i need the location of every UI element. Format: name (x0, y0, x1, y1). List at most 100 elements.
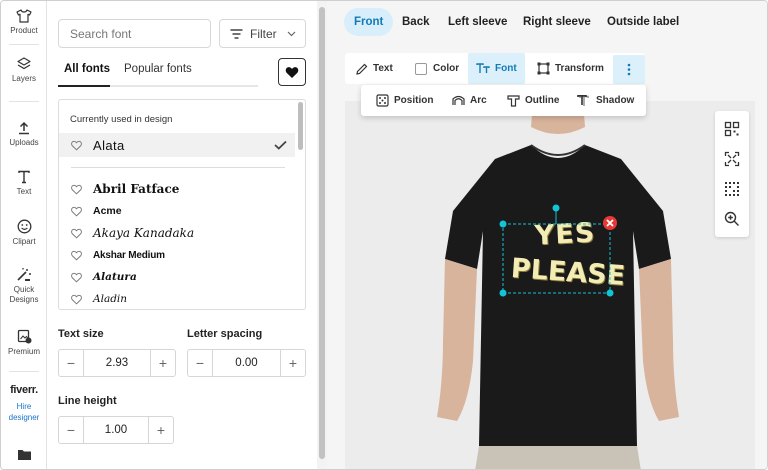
increment-button[interactable]: + (149, 417, 173, 443)
toolbar-color[interactable]: Color (415, 53, 459, 84)
heart-filled-icon (285, 66, 299, 78)
font-item[interactable]: Acme (59, 200, 295, 222)
font-name: Aladin (93, 293, 128, 305)
premium-icon (17, 329, 31, 344)
rail-label: Uploads (9, 138, 39, 147)
position-icon (376, 94, 389, 107)
zoom-in-icon[interactable] (724, 211, 740, 227)
rail-quick-designs[interactable]: Quick Designs (1, 267, 47, 305)
filter-button[interactable]: Filter (219, 19, 306, 48)
favorites-button[interactable] (278, 58, 306, 86)
fit-screen-icon[interactable] (724, 151, 740, 167)
rail-clipart[interactable]: Clipart (1, 219, 47, 246)
shirt-icon (16, 9, 32, 23)
font-name: Abril Fatface (93, 182, 180, 196)
rail-label: Product (10, 26, 38, 35)
rail-uploads[interactable]: Uploads (1, 121, 47, 147)
letter-spacing-stepper: − 0.00 + (187, 349, 306, 377)
heart-icon[interactable] (71, 206, 82, 217)
scrollbar-thumb[interactable] (319, 7, 325, 459)
menu-shadow[interactable]: Shadow (577, 85, 634, 116)
font-item[interactable]: Akaya Kanadaka (59, 222, 295, 244)
view-tab-outside-label[interactable]: Outside label (597, 8, 689, 36)
font-item[interactable]: Abril Fatface (59, 178, 295, 200)
heart-icon[interactable] (71, 184, 82, 195)
rotate-handle[interactable] (552, 204, 560, 212)
decrement-button[interactable]: − (59, 417, 83, 443)
decrement-button[interactable]: − (188, 350, 212, 376)
letter-spacing-value[interactable]: 0.00 (212, 350, 281, 376)
outline-icon (507, 94, 520, 107)
font-item[interactable]: Aladin (59, 288, 295, 309)
view-tab-right-sleeve[interactable]: Right sleeve (513, 8, 601, 36)
rail-label: Layers (11, 74, 36, 83)
more-options-menu: Position Arc Outline Shadow (361, 85, 646, 116)
design-workspace: Front Back Left sleeve Right sleeve Outs… (327, 1, 767, 469)
font-name: Alata (93, 137, 125, 153)
font-item[interactable]: Akshar Medium (59, 244, 295, 266)
font-list-scrollbar[interactable] (298, 102, 303, 150)
heart-icon[interactable] (71, 272, 82, 283)
font-item-current[interactable]: Alata (59, 133, 295, 157)
divider (9, 371, 39, 372)
canvas-tools (715, 111, 749, 237)
app-window: Product Layers Uploads Text Clipart Quic… (0, 0, 768, 470)
upload-icon (19, 121, 29, 135)
rail-label: Premium (7, 347, 40, 356)
menu-outline[interactable]: Outline (507, 85, 559, 116)
filter-label: Filter (250, 26, 277, 41)
toolbar-transform[interactable]: Transform (537, 53, 604, 84)
list-heading: Currently used in design (70, 114, 173, 125)
color-swatch (415, 62, 427, 75)
toolbar-font[interactable]: Font (468, 53, 525, 84)
fiverr-logo: fiverr. (10, 384, 38, 396)
qr-code-icon[interactable] (724, 121, 740, 137)
view-tab-left-sleeve[interactable]: Left sleeve (438, 8, 517, 36)
rail-hire-designer[interactable]: fiverr. Hire designer (1, 384, 47, 423)
view-tab-back[interactable]: Back (392, 8, 440, 36)
rail-label: Text (16, 187, 32, 196)
decrement-button[interactable]: − (59, 350, 83, 376)
shadow-icon (577, 94, 589, 106)
rail-text[interactable]: Text (1, 170, 47, 196)
font-item[interactable]: Alatura (59, 266, 295, 288)
design-canvas[interactable]: YES PLEASE (345, 101, 755, 469)
tab-popular-fonts[interactable]: Popular fonts (124, 63, 192, 75)
search-font-input[interactable] (58, 19, 211, 48)
resize-handle[interactable] (606, 289, 614, 297)
view-tab-front[interactable]: Front (344, 8, 394, 36)
resize-handle[interactable] (499, 289, 507, 297)
hire-designer-link[interactable]: Hire designer (7, 401, 41, 423)
edit-icon (356, 63, 368, 75)
toolbar-text[interactable]: Text (356, 53, 393, 84)
text-icon (18, 170, 30, 184)
rail-label: Quick Designs (9, 285, 39, 304)
chevron-down-icon (287, 31, 296, 36)
heart-icon[interactable] (71, 228, 82, 239)
heart-icon[interactable] (71, 294, 82, 305)
more-options-button[interactable] (613, 55, 645, 84)
arc-icon (452, 95, 465, 105)
rail-layers[interactable]: Layers (1, 57, 47, 83)
panel-scrollbar[interactable] (317, 1, 327, 469)
grid-icon[interactable] (724, 181, 740, 197)
menu-arc[interactable]: Arc (452, 85, 487, 116)
rail-premium[interactable]: Premium (1, 329, 47, 356)
tab-all-fonts[interactable]: All fonts (64, 63, 110, 75)
toolbar-label: Transform (555, 63, 604, 74)
rail-more[interactable] (1, 448, 47, 464)
font-name: Alatura (93, 271, 137, 283)
increment-button[interactable]: + (281, 350, 305, 376)
heart-icon[interactable] (71, 250, 82, 261)
rail-product[interactable]: Product (1, 9, 47, 35)
tool-rail: Product Layers Uploads Text Clipart Quic… (1, 1, 47, 469)
text-size-value[interactable]: 2.93 (83, 350, 151, 376)
menu-position[interactable]: Position (376, 85, 433, 116)
line-height-value[interactable]: 1.00 (83, 417, 149, 443)
increment-button[interactable]: + (151, 350, 175, 376)
heart-icon[interactable] (71, 140, 82, 151)
resize-handle[interactable] (499, 220, 507, 228)
font-list: Currently used in design Alata Abril Fat… (58, 99, 306, 310)
font-name: Akshar Medium (93, 249, 165, 261)
smiley-icon (17, 219, 31, 234)
